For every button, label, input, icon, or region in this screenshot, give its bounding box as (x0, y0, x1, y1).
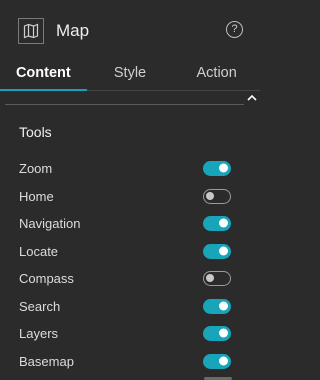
tool-label: Basemap (19, 353, 74, 369)
tool-row-locate: Locate (19, 241, 231, 261)
section-title-tools: Tools (19, 124, 52, 140)
navigation-toggle[interactable] (203, 215, 231, 231)
tool-row-home: Home (19, 186, 231, 206)
toggle-knob (219, 301, 228, 311)
tool-row-search: Search (19, 296, 231, 316)
panel-header: Map ? (0, 0, 260, 58)
tool-label: Home (19, 188, 54, 204)
tool-label: Search (19, 298, 61, 314)
tool-row-basemap: Basemap (19, 351, 231, 371)
tab-action[interactable]: Action (173, 58, 260, 90)
tool-row-navigation: Navigation (19, 213, 231, 233)
map-icon (18, 18, 44, 44)
toggle-knob (206, 192, 214, 200)
search-toggle[interactable] (203, 298, 231, 314)
tab-content[interactable]: Content (0, 58, 87, 91)
home-toggle[interactable] (203, 188, 231, 204)
toggle-knob (219, 163, 228, 173)
toggle-knob (219, 356, 228, 366)
toggle-knob (219, 328, 228, 338)
tab-style[interactable]: Style (87, 58, 174, 90)
compass-toggle[interactable] (203, 270, 231, 286)
tool-row-layers: Layers (19, 323, 231, 343)
zoom-toggle[interactable] (203, 160, 231, 176)
tool-label: Compass (19, 270, 74, 286)
page-title: Map (56, 21, 90, 40)
toggle-knob (219, 246, 228, 256)
tool-row-zoom: Zoom (19, 158, 231, 178)
tab-bar: Content Style Action (0, 58, 260, 91)
help-icon[interactable]: ? (226, 21, 243, 38)
basemap-toggle[interactable] (203, 353, 231, 369)
tool-row-compass: Compass (19, 268, 231, 288)
locate-toggle[interactable] (203, 243, 231, 259)
layers-toggle[interactable] (203, 325, 231, 341)
divider (5, 104, 244, 105)
tool-label: Zoom (19, 160, 53, 176)
toggle-knob (219, 218, 228, 228)
content-panel: Tools Zoom Home Navigation Locate Compas… (0, 91, 260, 380)
toggle-knob (206, 274, 214, 282)
map-icon-glyph (23, 23, 39, 39)
tool-label: Layers (19, 325, 59, 341)
tool-label: Navigation (19, 215, 81, 231)
scroll-up-icon[interactable] (247, 94, 257, 104)
tool-label: Locate (19, 243, 59, 259)
